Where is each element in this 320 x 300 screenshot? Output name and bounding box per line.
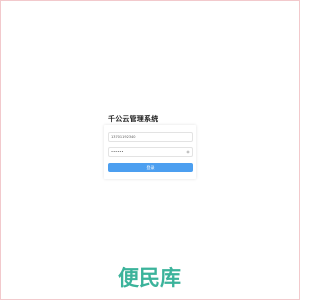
page-title: 千公云管理系统 (108, 115, 159, 123)
password-input[interactable] (109, 148, 185, 156)
login-button[interactable]: 登录 (108, 163, 193, 172)
login-card: ◉ 登录 (104, 125, 196, 179)
username-field[interactable] (108, 132, 193, 142)
eye-icon[interactable]: ◉ (186, 150, 190, 154)
watermark-text: 便民库 (118, 266, 181, 290)
password-field[interactable]: ◉ (108, 147, 193, 157)
username-input[interactable] (109, 133, 185, 141)
